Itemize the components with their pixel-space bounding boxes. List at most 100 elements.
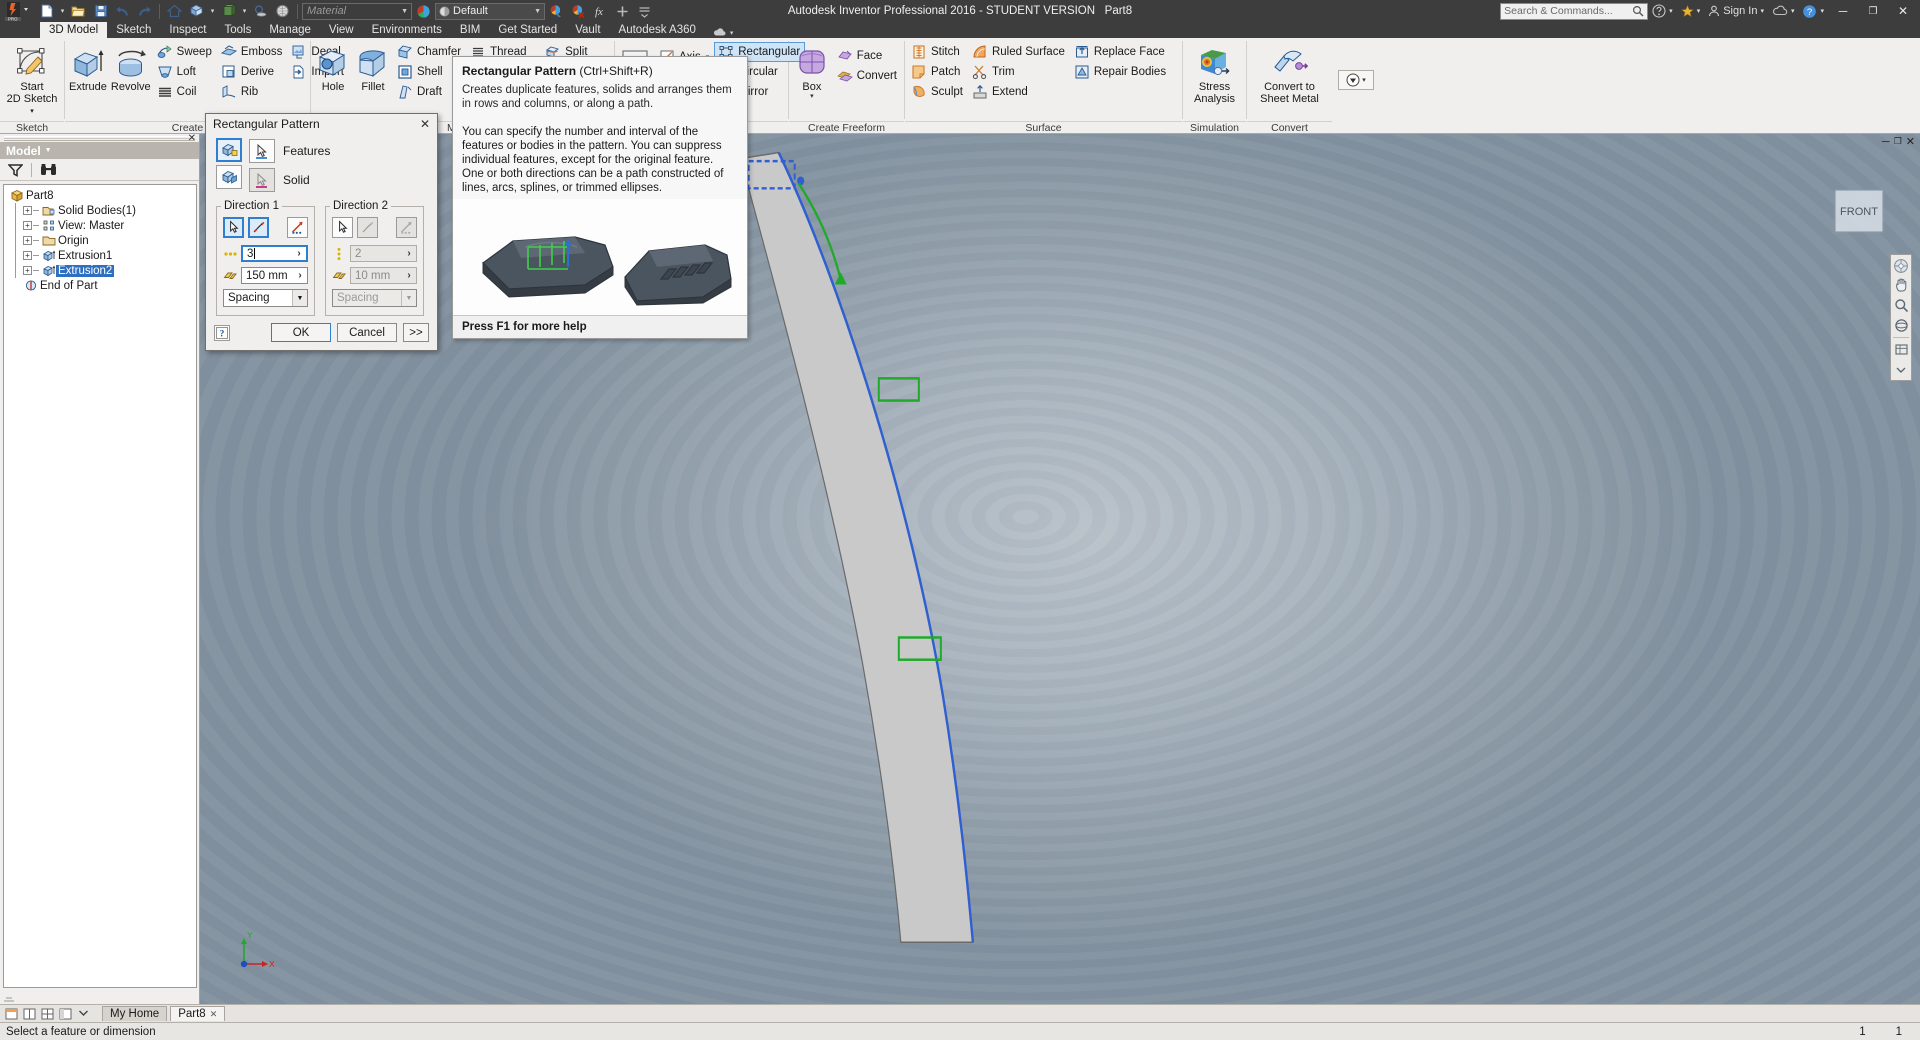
material-selector[interactable]: Material ▼ — [302, 2, 412, 20]
tab-view[interactable]: View — [320, 22, 363, 38]
tree-expander[interactable]: + — [23, 221, 32, 230]
loft-button[interactable]: Loft — [153, 62, 217, 82]
solid-select-button[interactable] — [249, 168, 275, 192]
parameters-button[interactable]: fx — [590, 1, 611, 21]
extrude-button[interactable]: Extrude — [67, 41, 109, 97]
coil-button[interactable]: Coil — [153, 82, 217, 102]
pan-hand-icon[interactable] — [1892, 277, 1910, 294]
browser-close-icon[interactable]: ✕ — [188, 133, 196, 144]
zoom-magnifier-icon[interactable] — [1892, 297, 1910, 314]
view-layout-3-icon[interactable] — [40, 1006, 55, 1021]
tab-sketch[interactable]: Sketch — [107, 22, 160, 38]
tree-expander[interactable]: + — [23, 266, 32, 275]
ribbon-display-dropdown[interactable]: ▾ — [1338, 70, 1374, 90]
browser-grip[interactable]: ✕ — [0, 133, 199, 144]
direction-2-count-dropdown-icon[interactable]: › — [402, 246, 416, 261]
sculpt-button[interactable]: Sculpt — [907, 82, 968, 102]
direction-1-count-dropdown-icon[interactable]: › — [292, 247, 306, 260]
doc-tab-my-home[interactable]: My Home — [102, 1006, 168, 1021]
tab-vault[interactable]: Vault — [566, 22, 609, 38]
tree-item-origin[interactable]: + Origin — [4, 233, 196, 248]
search-input[interactable]: Search & Commands... — [1500, 2, 1649, 20]
tree-item-solid-bodies[interactable]: + Solid Bodies(1) — [4, 203, 196, 218]
new-file-button[interactable] — [36, 1, 57, 21]
revolve-button[interactable]: Revolve — [109, 41, 153, 97]
graphics-minimize-button[interactable]: ─ — [1882, 136, 1890, 148]
search-icon[interactable] — [1632, 5, 1644, 17]
stitch-button[interactable]: Stitch — [907, 42, 968, 62]
freeform-box-caret-icon[interactable]: ▾ — [810, 93, 814, 100]
view-layout-5-icon[interactable] — [76, 1006, 91, 1021]
tab-inspect[interactable]: Inspect — [160, 22, 215, 38]
view-layout-4-icon[interactable] — [58, 1006, 73, 1021]
close-button[interactable]: ✕ — [1888, 0, 1918, 22]
sign-in-button[interactable]: Sign In ▾ — [1704, 1, 1768, 21]
minimize-button[interactable]: ─ — [1828, 0, 1858, 22]
direction-2-spacing-input[interactable]: 10 mm › — [350, 267, 417, 284]
tab-environments[interactable]: Environments — [363, 22, 451, 38]
tree-item-extrusion2[interactable]: + Extrusion2 — [4, 263, 196, 278]
trim-button[interactable]: Trim — [968, 62, 1070, 82]
emboss-button[interactable]: Emboss — [217, 42, 288, 62]
appearance-button[interactable] — [186, 1, 207, 21]
direction-1-select-button[interactable] — [223, 217, 244, 238]
binoculars-icon[interactable] — [40, 163, 57, 177]
qat-add-button[interactable] — [612, 1, 633, 21]
tree-expander[interactable]: + — [23, 236, 32, 245]
start-2d-sketch-button[interactable]: Start 2D Sketch ▾ — [3, 41, 61, 121]
replace-face-button[interactable]: Replace Face — [1070, 42, 1171, 62]
browser-dropdown-caret-icon[interactable]: ▼ — [45, 147, 52, 154]
ribbon-display-caret-icon[interactable]: ▾ — [1362, 76, 1366, 84]
help-dropdown-button[interactable]: ▾ — [1648, 1, 1677, 21]
doc-tab-close-icon[interactable]: ✕ — [210, 1009, 218, 1020]
fillet-button[interactable]: Fillet — [353, 41, 393, 97]
shadows-button[interactable] — [250, 1, 271, 21]
pattern-features-toggle[interactable] — [216, 138, 242, 162]
tab-3d-model[interactable]: 3D Model — [40, 22, 108, 38]
redo-button[interactable] — [134, 1, 155, 21]
rib-button[interactable]: Rib — [217, 82, 288, 102]
favorites-button[interactable]: ▾ — [1677, 1, 1705, 21]
steering-wheel-icon[interactable] — [1892, 257, 1910, 274]
direction-2-spacing-dropdown-icon[interactable]: › — [402, 268, 416, 283]
freeform-face-button[interactable]: Face — [833, 46, 902, 66]
direction-2-flip-button[interactable] — [396, 217, 417, 238]
ruled-surface-button[interactable]: Ruled Surface — [968, 42, 1070, 62]
direction-1-path-button[interactable] — [248, 217, 269, 238]
model-tree[interactable]: Part8 + Solid Bodies(1) + View: Master +… — [3, 184, 197, 988]
orbit-icon[interactable] — [1892, 317, 1910, 334]
browser-header[interactable]: Model ▼ — [0, 142, 199, 159]
tab-manage[interactable]: Manage — [260, 22, 320, 38]
stress-analysis-button[interactable]: Stress Analysis — [1186, 41, 1244, 108]
dialog-help-button[interactable]: ? — [214, 324, 230, 341]
inventor-logo[interactable]: PRO — [0, 0, 34, 22]
browser-resize-icon[interactable] — [4, 993, 14, 1002]
direction-2-count-input[interactable]: 2 › — [350, 245, 417, 262]
tree-item-part8[interactable]: Part8 — [4, 188, 196, 203]
material-editor-button[interactable] — [413, 1, 434, 21]
direction-1-mode-select[interactable]: Spacing ▼ — [223, 289, 308, 307]
filter-icon[interactable] — [8, 163, 23, 177]
qat-customize-button[interactable] — [634, 1, 655, 21]
graphics-restore-button[interactable]: ❐ — [1894, 136, 1902, 147]
tab-bim[interactable]: BIM — [451, 22, 489, 38]
direction-1-mode-caret-icon[interactable]: ▼ — [292, 290, 307, 306]
extend-button[interactable]: Extend — [968, 82, 1070, 102]
freeform-box-button[interactable]: Box ▾ — [791, 41, 833, 102]
visual-style-caret-icon[interactable]: ▾ — [240, 1, 249, 21]
dialog-title-bar[interactable]: Rectangular Pattern ✕ — [206, 114, 437, 134]
hole-button[interactable]: Hole — [313, 41, 353, 97]
appearance-caret-icon[interactable]: ▾ — [208, 1, 217, 21]
a360-button[interactable]: ▾ — [1768, 1, 1799, 21]
tab-get-started[interactable]: Get Started — [489, 22, 566, 38]
direction-1-flip-button[interactable] — [287, 217, 308, 238]
rectangular-pattern-dialog[interactable]: Rectangular Pattern ✕ Features Solid Dir… — [205, 113, 438, 351]
direction-2-path-button[interactable] — [357, 217, 378, 238]
direction-1-spacing-input[interactable]: 150 mm › — [241, 267, 308, 284]
tree-expander[interactable]: + — [23, 206, 32, 215]
view-layout-2-icon[interactable] — [22, 1006, 37, 1021]
freeform-convert-button[interactable]: Convert — [833, 66, 902, 86]
ribbon-cloud-icon[interactable] — [713, 27, 727, 38]
appearance-list-caret-icon[interactable]: ▼ — [534, 8, 544, 15]
view-cube[interactable]: FRONT — [1831, 184, 1887, 240]
